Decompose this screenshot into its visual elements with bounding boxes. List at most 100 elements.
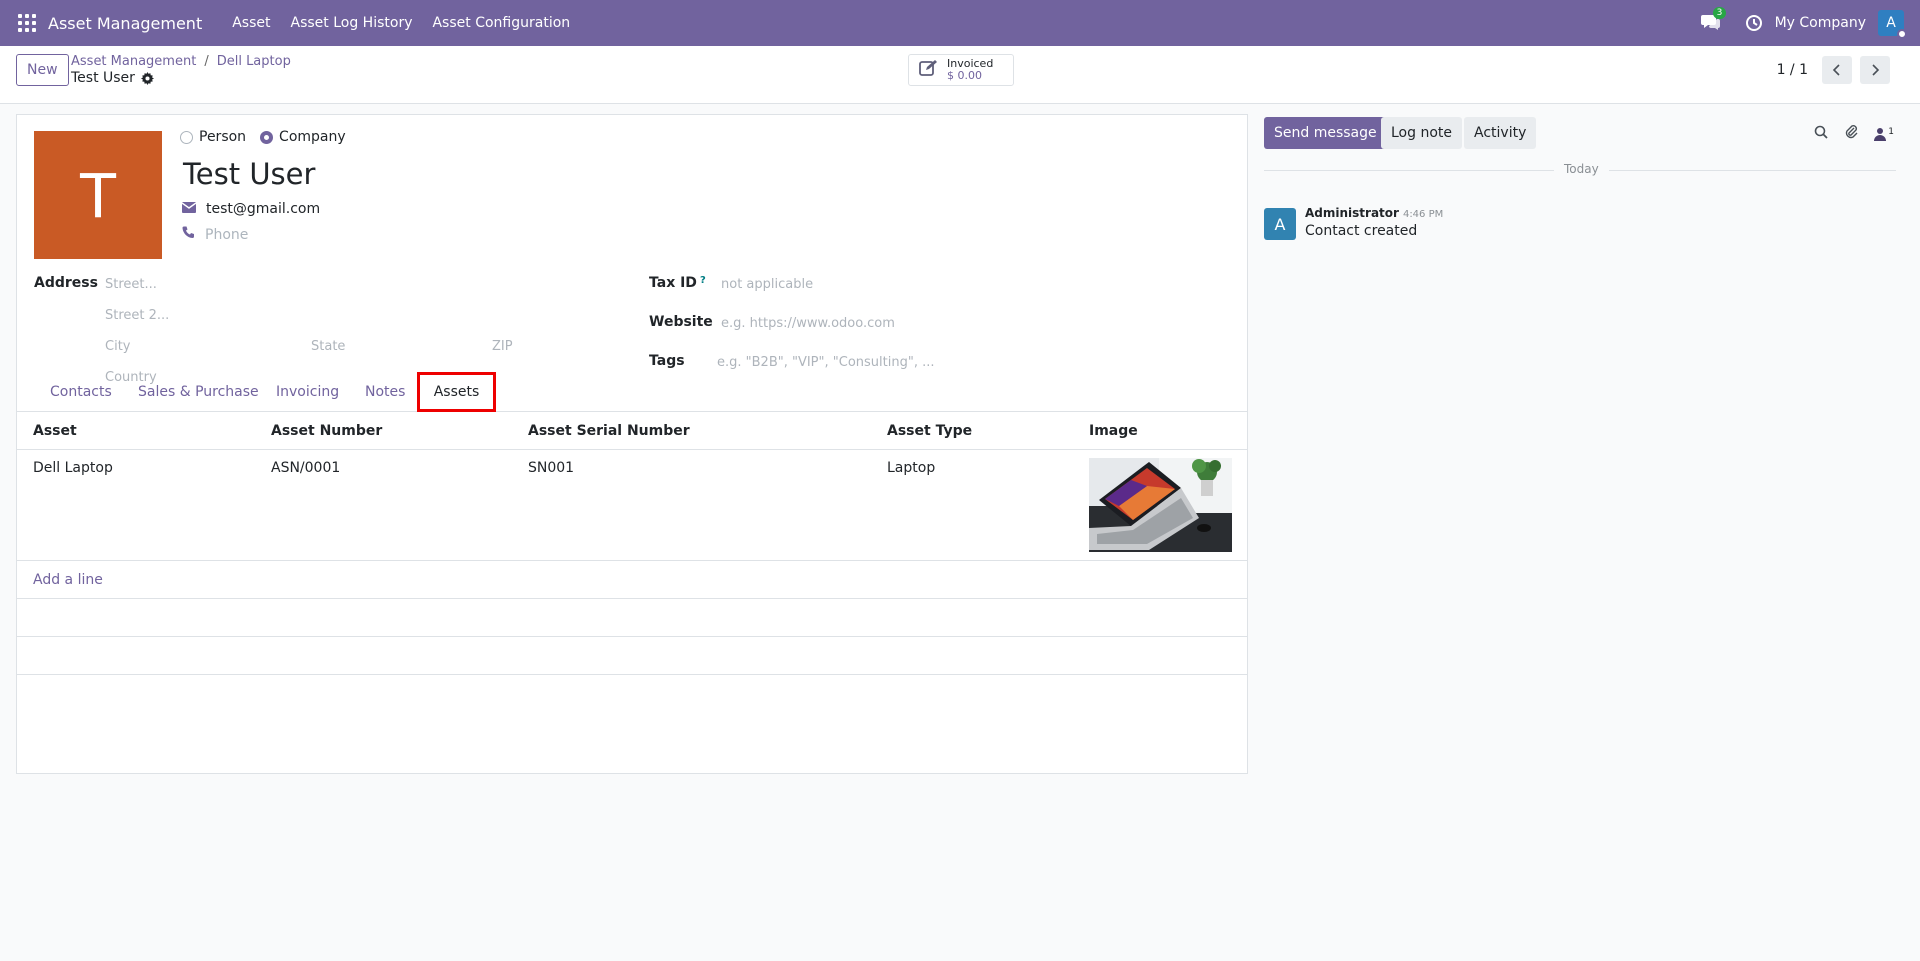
tab-sales-purchase[interactable]: Sales & Purchase [138,372,259,412]
log-note-button[interactable]: Log note [1381,117,1462,149]
main-content: T Person Company Test User test@gmail.co… [0,104,1920,961]
tax-id-label: Tax ID? [649,275,706,291]
tab-assets[interactable]: Assets [417,372,496,412]
status-dot [1897,29,1907,39]
navbar-systray: 3 My Company A [1700,0,1920,46]
street-input[interactable]: Street... [105,277,157,292]
breadcrumb-separator: / [204,54,209,69]
radio-person[interactable] [180,130,193,144]
invoiced-stat-button[interactable]: Invoiced $ 0.00 [908,54,1014,86]
state-input[interactable]: State [311,339,345,354]
form-sheet: T Person Company Test User test@gmail.co… [16,114,1248,774]
control-panel: New Asset Management / Dell Laptop Test Us… [0,46,1920,104]
company-switcher[interactable]: My Company [1775,15,1866,31]
tax-id-help-icon[interactable]: ? [700,275,706,286]
email-field[interactable]: test@gmail.com [206,201,320,217]
empty-row [17,599,1247,637]
pager-value[interactable]: 1 / 1 [1777,62,1808,78]
add-a-line-link[interactable]: Add a line [33,561,103,599]
tab-notes[interactable]: Notes [365,372,405,412]
paperclip-icon[interactable] [1844,124,1858,143]
menu-asset[interactable]: Asset [222,15,280,31]
chevron-right-icon [1872,64,1880,76]
record-title: Test User [71,70,154,86]
phone-row: Phone [182,226,248,243]
address-label: Address [34,275,98,291]
pager-next-button[interactable] [1860,56,1890,84]
cell-asset-number[interactable]: ASN/0001 [271,460,340,476]
gear-icon[interactable] [140,71,154,85]
street2-input[interactable]: Street 2... [105,308,169,323]
assets-table: Asset Asset Number Asset Serial Number A… [17,412,1247,723]
table-row[interactable]: Dell Laptop ASN/0001 SN001 Laptop [17,450,1247,561]
tab-invoicing[interactable]: Invoicing [276,372,339,412]
breadcrumb-asset-management[interactable]: Asset Management [71,54,196,69]
message-author-avatar[interactable]: A [1264,208,1296,240]
pager-previous-button[interactable] [1822,56,1852,84]
website-input[interactable]: e.g. https://www.odoo.com [721,316,895,331]
city-input[interactable]: City [105,339,130,354]
activity-clock-icon[interactable] [1745,14,1763,32]
breadcrumb-dell-laptop[interactable]: Dell Laptop [217,54,291,69]
radio-company[interactable] [260,130,274,144]
tags-label: Tags [649,353,685,369]
cell-asset-type[interactable]: Laptop [887,460,935,476]
empty-row [17,637,1247,675]
date-separator: Today [1264,162,1896,176]
apps-grid-icon[interactable] [18,14,36,32]
table-header: Asset Asset Number Asset Serial Number A… [17,412,1247,450]
radio-company-label[interactable]: Company [279,129,346,145]
chevron-left-icon [1832,64,1840,76]
breadcrumb: Asset Management / Dell Laptop [71,54,291,69]
company-type-radio: Person Company [180,129,346,145]
contact-avatar-image[interactable]: T [34,131,162,259]
user-avatar-letter: A [1886,15,1896,31]
contact-name-field[interactable]: Test User [183,157,315,191]
send-message-button[interactable]: Send message [1264,117,1387,149]
empty-row [17,675,1247,723]
menu-asset-configuration[interactable]: Asset Configuration [422,15,580,31]
col-asset[interactable]: Asset [33,412,77,450]
stat-value: $ 0.00 [947,69,982,82]
followers-count: 1 [1888,126,1894,137]
message-header: Administrator 4:46 PM [1305,206,1443,220]
record-name: Test User [71,70,135,86]
pager: 1 / 1 [1777,56,1890,84]
chatter: Send message Log note Activity 1 Today A… [1264,114,1904,414]
col-asset-type[interactable]: Asset Type [887,412,972,450]
email-row: test@gmail.com [181,201,320,217]
search-icon[interactable] [1814,125,1828,143]
col-image[interactable]: Image [1089,412,1138,450]
notebook-tabs: Contacts Sales & Purchase Invoicing Note… [17,372,1247,412]
messages-icon[interactable]: 3 [1700,7,1727,33]
asset-image-thumbnail[interactable] [1089,458,1232,552]
radio-person-label[interactable]: Person [199,129,246,145]
tab-contacts[interactable]: Contacts [50,372,112,412]
zip-input[interactable]: ZIP [492,339,513,354]
tax-id-input[interactable]: not applicable [721,277,813,292]
user-avatar[interactable]: A [1878,10,1907,39]
phone-field[interactable]: Phone [205,227,248,243]
tags-input[interactable]: e.g. "B2B", "VIP", "Consulting", ... [717,355,934,370]
envelope-icon [181,201,197,217]
cell-asset-serial-number[interactable]: SN001 [528,460,574,476]
pencil-square-icon [919,59,939,81]
col-asset-number[interactable]: Asset Number [271,412,382,450]
col-asset-serial-number[interactable]: Asset Serial Number [528,412,690,450]
messages-badge: 3 [1712,7,1727,19]
tax-id-label-text: Tax ID [649,275,697,291]
date-separator-label: Today [1554,162,1609,176]
website-label: Website [649,314,713,330]
cell-asset[interactable]: Dell Laptop [33,460,113,476]
message-author[interactable]: Administrator [1305,206,1399,220]
menu-asset-log-history[interactable]: Asset Log History [281,15,423,31]
phone-icon [182,226,195,243]
new-button[interactable]: New [16,54,69,86]
add-line-row: Add a line [17,561,1247,599]
user-icon [1874,127,1887,141]
activity-button[interactable]: Activity [1464,117,1537,149]
top-navbar: Asset Management Asset Asset Log History… [0,0,1920,46]
followers-button[interactable]: 1 [1874,127,1894,141]
chatter-tools: 1 [1814,124,1894,143]
app-brand[interactable]: Asset Management [48,14,202,33]
